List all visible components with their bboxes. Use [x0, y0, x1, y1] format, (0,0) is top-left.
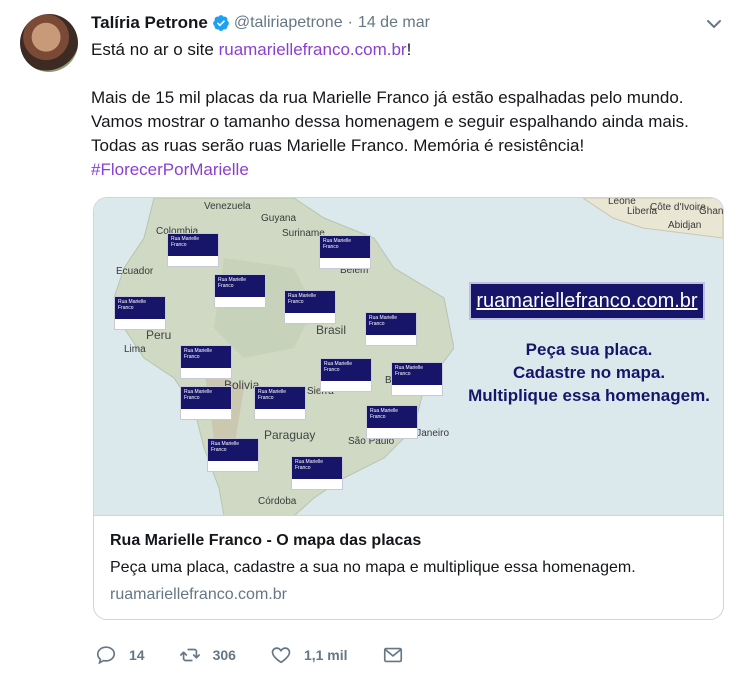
text-prefix: Está no ar o site [91, 40, 219, 59]
placa-marker[interactable]: Rua Marielle Franco [214, 274, 266, 308]
direct-message-button[interactable] [382, 644, 404, 666]
placa-marker[interactable]: Rua Marielle Franco [254, 386, 306, 420]
placa-marker[interactable]: Rua Marielle Franco [180, 386, 232, 420]
tweet-date[interactable]: 14 de mar [358, 12, 430, 34]
site-link[interactable]: ruamariellefranco.com.br [219, 40, 407, 59]
author-handle[interactable]: @taliriapetrone [234, 12, 343, 34]
map-label-ecuador: Ecuador [116, 266, 154, 277]
map-label-paraguay: Paraguay [264, 428, 316, 442]
placa-marker[interactable]: Rua Marielle Franco [180, 345, 232, 379]
tweet-actions: 14 306 1,1 mil [95, 644, 438, 666]
author-avatar[interactable] [20, 14, 78, 72]
like-button[interactable]: 1,1 mil [270, 644, 348, 666]
card-body: Rua Marielle Franco - O mapa das placas … [94, 516, 723, 606]
map-label-peru: Peru [146, 328, 172, 342]
map-label-ghana: Ghana [699, 206, 723, 217]
tweet-line-1: Está no ar o site ruamariellefranco.com.… [91, 38, 721, 62]
chevron-down-icon[interactable] [706, 18, 722, 30]
tweet-header: Talíria Petrone @taliriapetrone · 14 de … [91, 12, 430, 34]
retweet-icon [179, 648, 200, 662]
placa-marker[interactable]: Rua Marielle Franco [366, 405, 418, 439]
verified-badge-icon [212, 15, 229, 31]
map-label-venezuela: Venezuela [204, 201, 251, 212]
heart-icon [271, 647, 291, 664]
placa-marker[interactable]: Rua Marielle Franco [319, 235, 371, 269]
tweet-text: Está no ar o site ruamariellefranco.com.… [91, 38, 721, 182]
placa-marker[interactable]: Rua Marielle Franco [207, 438, 259, 472]
card-domain: ruamariellefranco.com.br [110, 586, 287, 603]
reply-icon [96, 646, 116, 665]
image-promo-text: Peça sua placa. Cadastre no mapa. Multip… [454, 338, 723, 407]
image-url-text: ruamariellefranco.com.br [476, 289, 698, 312]
text-suffix: ! [406, 40, 412, 59]
link-card[interactable]: Venezuela Colombia Guyana Suriname Belém… [93, 197, 724, 620]
map-label-lima: Lima [124, 344, 146, 355]
map-label-brasil: Brasil [316, 323, 347, 337]
reply-button[interactable]: 14 [95, 644, 145, 666]
tweet-para-line-1: Mais de 15 mil placas da rua Marielle Fr… [91, 88, 684, 107]
placa-marker[interactable]: Rua Marielle Franco [320, 358, 372, 392]
placa-marker[interactable]: Rua Marielle Franco [291, 456, 343, 490]
reply-count: 14 [129, 647, 145, 663]
card-title[interactable]: Rua Marielle Franco - O mapa das placas [110, 530, 707, 552]
placa-marker[interactable]: Rua Marielle Franco [391, 362, 443, 396]
retweet-count: 306 [212, 647, 236, 663]
retweet-button[interactable]: 306 [179, 644, 236, 666]
like-count: 1,1 mil [303, 647, 348, 663]
south-america-map-shape [113, 198, 454, 515]
tweet-para-line-2: Vamos mostrar o tamanho dessa homenagem … [91, 112, 689, 131]
card-description: Peça uma placa, cadastre a sua no mapa e… [110, 559, 636, 576]
hashtag-link[interactable]: #FlorecerPorMarielle [91, 160, 249, 179]
map-label-guyana: Guyana [261, 213, 297, 224]
tweet-para-line-3: Todas as ruas serão ruas Marielle Franco… [91, 136, 585, 155]
promo-line-2: Cadastre no mapa. [512, 363, 666, 382]
placa-marker[interactable]: Rua Marielle Franco [365, 312, 417, 346]
map-label-cordoba: Córdoba [258, 496, 297, 507]
promo-line-1: Peça sua placa. [525, 340, 653, 359]
placa-marker[interactable]: Rua Marielle Franco [114, 296, 166, 330]
promo-line-3: Multiplique essa homenagem. [468, 386, 710, 405]
envelope-icon [383, 647, 402, 663]
map-label-abidjan: Abidjan [668, 220, 702, 231]
separator-dot: · [347, 14, 353, 31]
image-url-banner: ruamariellefranco.com.br [469, 282, 705, 320]
map-label-cote: Côte d'Ivoire [650, 202, 706, 213]
placa-marker[interactable]: Rua Marielle Franco [167, 233, 219, 267]
placa-marker[interactable]: Rua Marielle Franco [284, 290, 336, 324]
author-name[interactable]: Talíria Petrone [91, 12, 208, 34]
card-image: Venezuela Colombia Guyana Suriname Belém… [94, 198, 723, 516]
map-label-leone: Leone [608, 198, 636, 207]
